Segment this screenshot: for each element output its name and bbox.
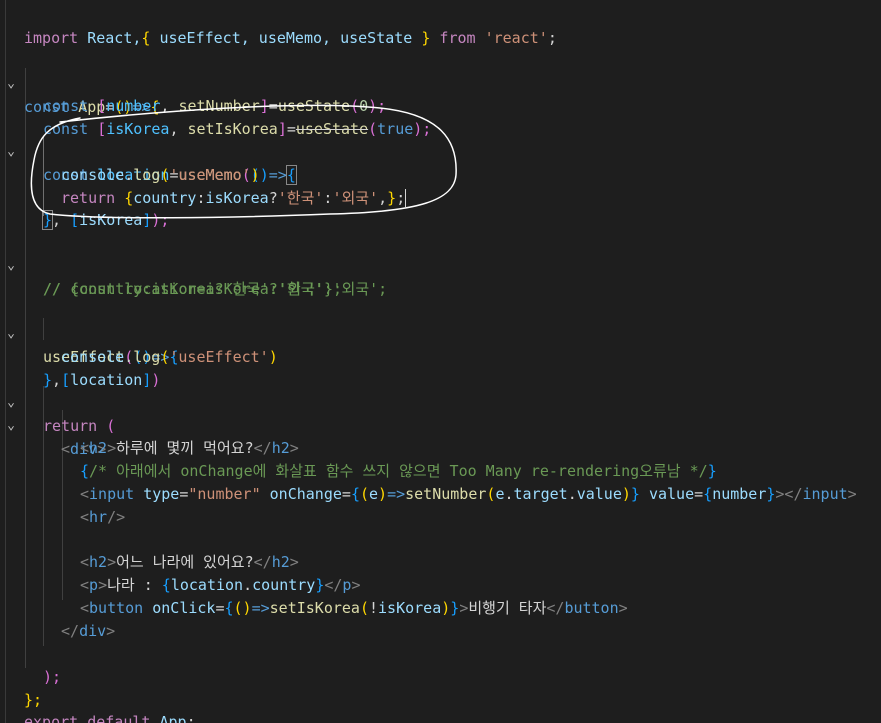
code-line-18[interactable]: <h2>하루에 몇끼 먹어요?</h2> xyxy=(0,414,881,457)
code-line-5[interactable]: const [isKorea, setIsKorea]=useState(tru… xyxy=(0,95,881,138)
code-editor[interactable]: import React,{ useEffect, useMemo, useSt… xyxy=(0,0,881,723)
code-line-23[interactable]: <h2>어느 나라에 있어요?</h2> xyxy=(0,528,881,571)
code-line-11[interactable]: // const location=isKorea?'한국':'외국'; xyxy=(0,255,881,298)
code-line-4[interactable]: const [number, setNumber]=useState(0); xyxy=(0,72,881,115)
code-line-28[interactable]: ); xyxy=(0,643,881,686)
code-line-19[interactable]: {/* 아래에서 onChange에 화살표 함수 쓰지 않으면 Too Man… xyxy=(0,437,881,480)
code-line-1[interactable]: import React,{ useEffect, useMemo, useSt… xyxy=(0,4,881,47)
code-line-17[interactable]: ⌄ <div> xyxy=(0,392,881,458)
code-line-29[interactable]: }; xyxy=(0,666,881,709)
code-line-3[interactable]: ⌄ const App=()=>{ xyxy=(0,50,881,116)
code-line-16[interactable]: ⌄ return ( xyxy=(0,369,881,435)
code-line-7[interactable]: console.log('useMemo') xyxy=(0,141,881,184)
code-line-14[interactable]: console.log('useEffect') xyxy=(0,323,881,366)
code-line-8[interactable]: return {country:isKorea?'한국':'외국',}; xyxy=(0,164,881,208)
code-line-20[interactable]: <input type="number" onChange={(e)=>setN… xyxy=(0,460,881,503)
code-line-25[interactable]: <button onClick={()=>setIsKorea(!isKorea… xyxy=(0,574,881,617)
code-line-13[interactable]: ⌄ useEffect(()=>{ xyxy=(0,300,881,366)
code-line-26[interactable]: </div> xyxy=(0,597,881,640)
code-line-9[interactable]: }, [isKorea]); xyxy=(0,186,881,230)
code-line-21[interactable]: <hr/> xyxy=(0,483,881,526)
code-line-24[interactable]: <p>나라 : {location.country}</p> xyxy=(0,551,881,594)
code-line-30[interactable]: export default App; xyxy=(0,688,881,723)
code-line-6[interactable]: ⌄ const location=useMemo(()=>{ xyxy=(0,118,881,185)
code-line-15[interactable]: },[location]) xyxy=(0,346,881,389)
code-line-10[interactable]: ⌄ // {country:isKorea?'한국':'외국'}; xyxy=(0,232,881,298)
